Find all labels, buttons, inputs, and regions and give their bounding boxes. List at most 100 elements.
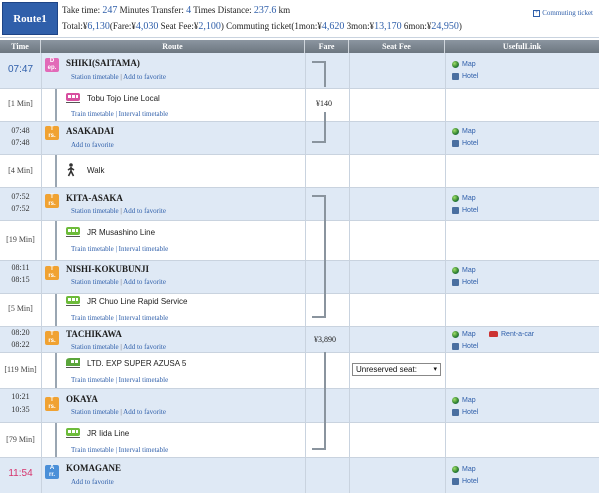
globe-icon <box>452 396 459 404</box>
take-time-value: 247 <box>102 5 118 16</box>
departure-icon: Dep. <box>45 58 59 72</box>
hotel-link[interactable]: Hotel <box>452 137 478 149</box>
map-link[interactable]: Map <box>452 125 478 137</box>
departure-time: 08:22 <box>11 340 30 349</box>
add-favorite-link[interactable]: Add to favorite <box>71 478 114 486</box>
train-timetable-link[interactable]: Train timetable <box>71 446 114 454</box>
useful-links: Map Hotel <box>452 125 478 149</box>
globe-icon <box>452 194 459 202</box>
interval-timetable-link[interactable]: Interval timetable <box>119 245 169 253</box>
interval-timetable-link[interactable]: Interval timetable <box>119 314 169 322</box>
station-name[interactable]: SHIKI(SAITAMA) <box>66 58 140 68</box>
arrival-time: 08:11 <box>11 263 30 272</box>
station-timetable-link[interactable]: Station timetable <box>71 207 119 215</box>
column-fare: Fare <box>305 40 349 53</box>
train-timetable-link[interactable]: Train timetable <box>71 245 114 253</box>
route-tab[interactable]: Route1 <box>2 2 58 35</box>
station-name[interactable]: ASAKADAI <box>66 126 114 136</box>
add-favorite-link[interactable]: Add to favorite <box>123 343 166 351</box>
row-divider <box>0 457 599 458</box>
transfer-unit: Times <box>193 5 216 15</box>
line-name[interactable]: Tobu Tojo Line Local <box>87 94 160 103</box>
hotel-link[interactable]: Hotel <box>452 475 478 487</box>
seat-type-select[interactable]: Unreserved seat: ▾ <box>352 363 441 376</box>
station-links: Station timetable | Add to favorite <box>71 343 166 351</box>
add-favorite-link[interactable]: Add to favorite <box>123 73 166 81</box>
line-name[interactable]: LTD. EXP SUPER AZUSA 5 <box>87 359 186 368</box>
hotel-icon <box>452 278 459 286</box>
route-line-bar <box>55 89 57 121</box>
arrival-time: 07:48 <box>11 126 30 135</box>
map-link[interactable]: Map <box>452 394 478 406</box>
line-name[interactable]: JR Iida Line <box>87 429 129 438</box>
fare-bracket <box>312 221 326 260</box>
station-name[interactable]: TACHIKAWA <box>66 329 122 339</box>
hotel-link[interactable]: Hotel <box>452 204 478 216</box>
commuting-ticket-link[interactable]: + Commuting ticket <box>533 9 593 17</box>
map-link[interactable]: Map <box>452 192 478 204</box>
station-name[interactable]: KITA-ASAKA <box>66 193 123 203</box>
transfer-icon: Trs. <box>45 331 59 345</box>
interval-timetable-link[interactable]: Interval timetable <box>119 110 169 118</box>
take-time-label: Take time: <box>62 5 101 15</box>
transfer-icon: Trs. <box>45 126 59 140</box>
hotel-link[interactable]: Hotel <box>452 70 478 82</box>
add-favorite-link[interactable]: Add to favorite <box>123 278 166 286</box>
add-favorite-link[interactable]: Add to favorite <box>71 141 114 149</box>
station-timetable-link[interactable]: Station timetable <box>71 408 119 416</box>
departure-time: 07:47 <box>7 64 34 75</box>
map-link[interactable]: Map <box>452 328 478 340</box>
map-link[interactable]: Map <box>452 58 478 70</box>
table-header: Time Route Fare Seat Fee UsefulLink <box>0 40 599 53</box>
add-favorite-link[interactable]: Add to favorite <box>123 207 166 215</box>
leg-links: Train timetable | Interval timetable <box>71 314 169 322</box>
station-links: Station timetable | Add to favorite <box>71 73 166 81</box>
line-name: Walk <box>87 166 105 175</box>
arrival-time: 07:52 <box>11 192 30 201</box>
map-link[interactable]: Map <box>452 264 478 276</box>
station-name[interactable]: NISHI-KOKUBUNJI <box>66 264 149 274</box>
train-icon <box>65 427 81 439</box>
station-timetable-link[interactable]: Station timetable <box>71 278 119 286</box>
hotel-link[interactable]: Hotel <box>452 340 478 352</box>
station-name[interactable]: OKAYA <box>66 394 98 404</box>
leg-duration: [4 Min] <box>8 166 33 175</box>
train-timetable-link[interactable]: Train timetable <box>71 376 114 384</box>
express-train-icon <box>65 357 81 369</box>
distance-value: 237.6 <box>253 5 277 16</box>
add-favorite-link[interactable]: Add to favorite <box>123 408 166 416</box>
row-divider <box>0 326 599 327</box>
distance-label: Distance: <box>217 5 252 15</box>
arrival-time: 10:21 <box>11 392 30 401</box>
map-link[interactable]: Map <box>452 463 478 475</box>
commute-3mon-label: 3mon:¥ <box>346 21 375 31</box>
hotel-link[interactable]: Hotel <box>452 406 478 418</box>
commute-6mon-value: 24,950 <box>431 21 459 32</box>
column-divider <box>445 53 446 493</box>
train-timetable-link[interactable]: Train timetable <box>71 110 114 118</box>
column-seat-fee: Seat Fee <box>349 40 445 53</box>
globe-icon <box>452 330 459 338</box>
hotel-link[interactable]: Hotel <box>452 276 478 288</box>
station-name[interactable]: KOMAGANE <box>66 463 121 473</box>
total-value: 6,130 <box>87 21 110 32</box>
seat-select-value: Unreserved seat: <box>356 365 417 374</box>
fare-bracket <box>312 260 326 293</box>
row-divider <box>0 220 599 221</box>
station-timetable-link[interactable]: Station timetable <box>71 343 119 351</box>
row-divider <box>0 388 599 389</box>
take-time-unit: Minutes <box>119 5 150 15</box>
leg-duration: [19 Min] <box>6 235 35 244</box>
rent-a-car-link[interactable]: Rent-a-car <box>489 328 534 340</box>
leg-duration: [5 Min] <box>8 304 33 313</box>
station-timetable-link[interactable]: Station timetable <box>71 73 119 81</box>
interval-timetable-link[interactable]: Interval timetable <box>119 446 169 454</box>
train-timetable-link[interactable]: Train timetable <box>71 314 114 322</box>
interval-timetable-link[interactable]: Interval timetable <box>119 376 169 384</box>
line-name[interactable]: JR Chuo Line Rapid Service <box>87 297 188 306</box>
line-name[interactable]: JR Musashino Line <box>87 228 155 237</box>
commute-6mon-label: 6mon:¥ <box>403 21 432 31</box>
row-divider <box>0 293 599 294</box>
route-line-bar <box>55 221 57 260</box>
route-line-bar <box>55 155 57 187</box>
